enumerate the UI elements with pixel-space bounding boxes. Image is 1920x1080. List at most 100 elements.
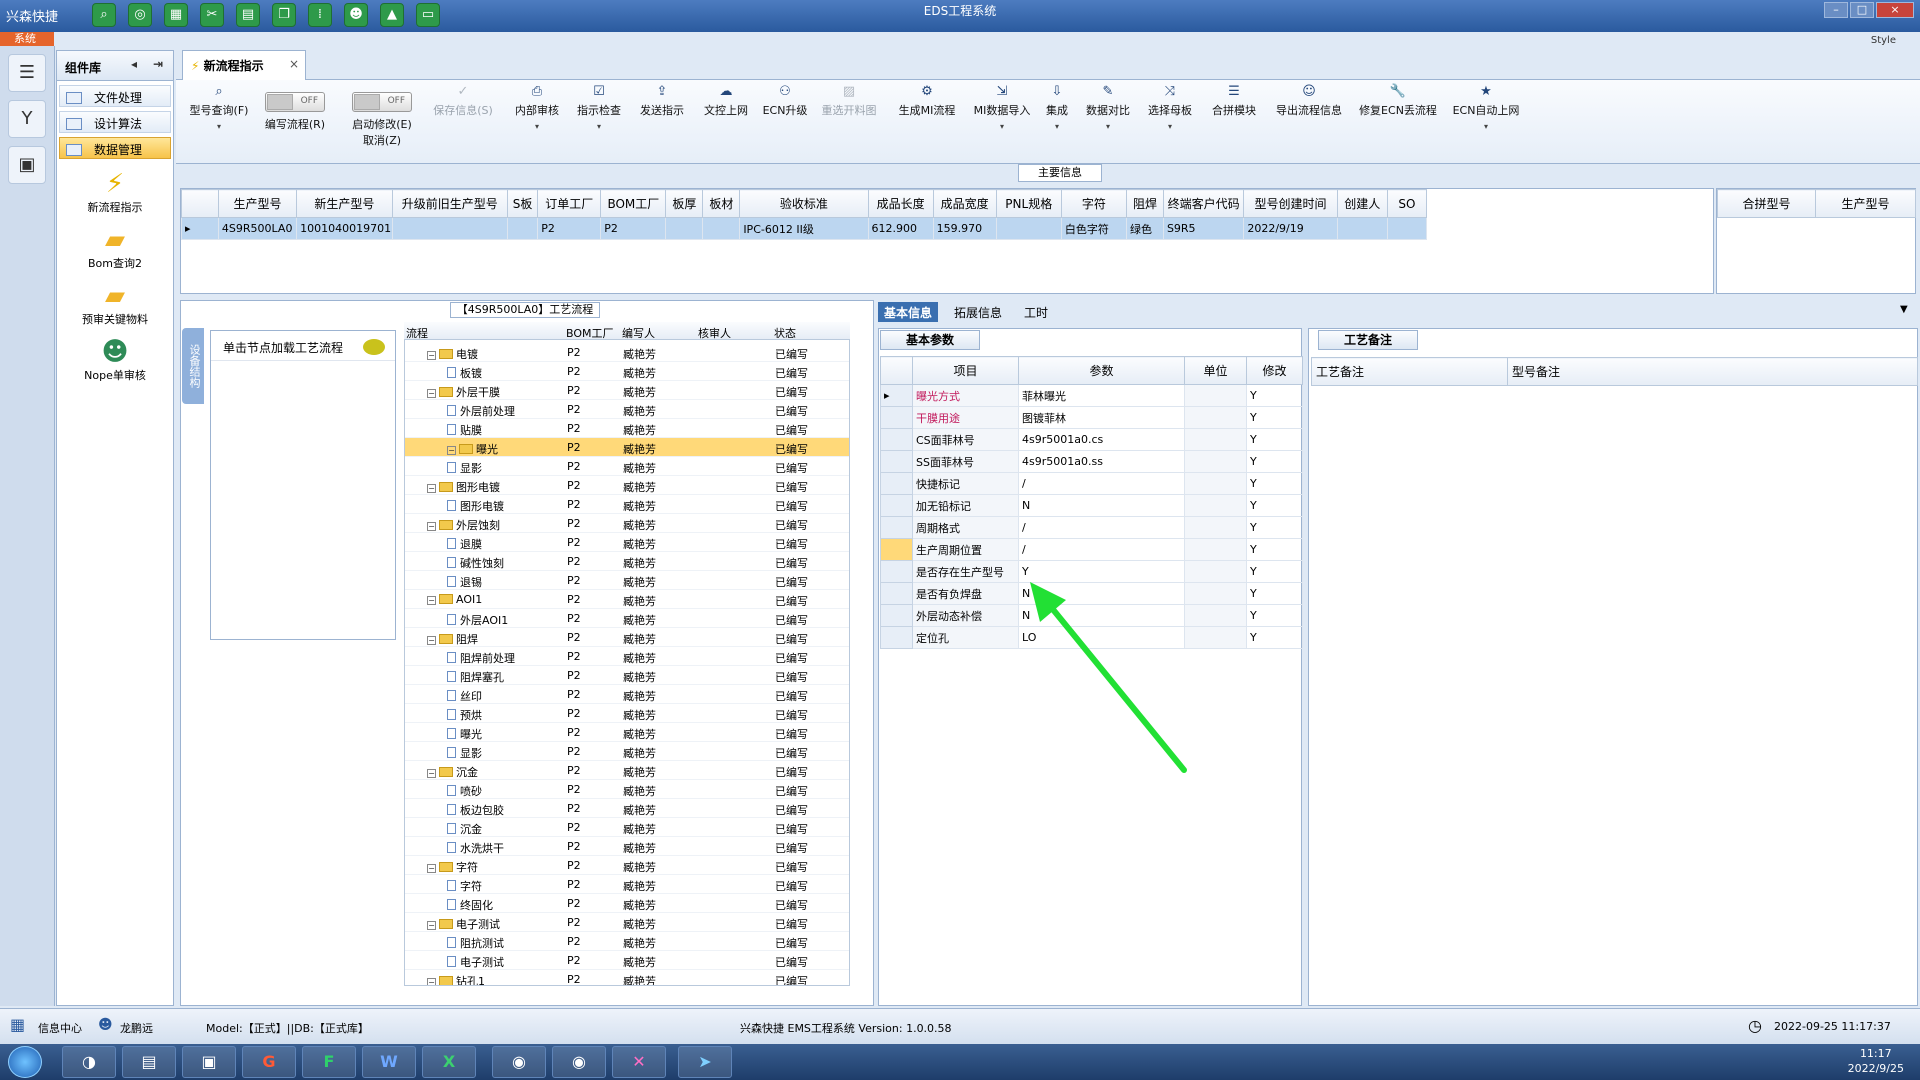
toggle-switch[interactable]: OFF [265,92,325,112]
tree-row[interactable]: 电子测试 P2 臧艳芳 已编写 [405,951,849,970]
main-cell[interactable]: 4S9R500LA0 [217,217,298,240]
tree-row[interactable]: 阻抗测试 P2 臧艳芳 已编写 [405,932,849,951]
doc-online-button[interactable]: ☁ 文控上网 [698,84,754,118]
tree-row[interactable]: 阻焊塞孔 P2 臧艳芳 已编写 [405,666,849,685]
tree-row[interactable]: 退锡 P2 臧艳芳 已编写 [405,571,849,590]
start-button[interactable] [8,1046,42,1078]
col-writer[interactable]: 编写人 [622,325,655,341]
col-flow[interactable]: 流程 [406,325,428,341]
tree-row[interactable]: 水洗烘干 P2 臧艳芳 已编写 [405,837,849,856]
info-center-icon[interactable]: ▦ [10,1015,25,1034]
integrate-button[interactable]: ⇩ 集成 ▾ [1042,84,1072,131]
expand-icon[interactable]: − [427,769,436,778]
row-marker[interactable]: ▸ [181,217,219,240]
tree-row[interactable]: 沉金 P2 臧艳芳 已编写 [405,818,849,837]
tree-row[interactable]: 板边包胶 P2 臧艳芳 已编写 [405,799,849,818]
tree-row[interactable]: 贴膜 P2 臧艳芳 已编写 [405,419,849,438]
mi-import-button[interactable]: ⇲ MI数据导入 ▾ [968,84,1036,131]
taskbar-cursor-icon[interactable]: ➤ [678,1046,732,1078]
tree-row[interactable]: − 外层干膜 P2 臧艳芳 已编写 [405,381,849,400]
row-marker[interactable] [880,516,913,539]
main-cell[interactable] [702,217,741,240]
main-cell[interactable]: 159.970 [932,217,997,240]
param-col-header[interactable]: 单位 [1184,356,1247,385]
main-cell[interactable] [665,217,704,240]
copy-icon[interactable]: ❐ [272,3,296,27]
taskbar-shell-icon[interactable]: ◑ [62,1046,116,1078]
close-button[interactable]: × [1876,2,1914,18]
tree-row[interactable]: 丝印 P2 臧艳芳 已编写 [405,685,849,704]
param-col-header[interactable]: 参数 [1018,356,1185,385]
expand-icon[interactable]: − [427,484,436,493]
param-cell-param[interactable]: 菲林曝光 [1018,384,1185,407]
tree-row[interactable]: 板镀 P2 臧艳芳 已编写 [405,362,849,381]
main-col-header[interactable]: 成品长度 [867,189,934,218]
tree-row[interactable]: − 曝光 P2 臧艳芳 已编写 [405,438,849,457]
main-cell[interactable]: 612.900 [867,217,934,240]
load-flow-hint[interactable]: 单击节点加载工艺流程 [211,331,395,361]
tree-row[interactable]: 喷砂 P2 臧艳芳 已编写 [405,780,849,799]
tree-row[interactable]: − 字符 P2 臧艳芳 已编写 [405,856,849,875]
comp-item-algo[interactable]: 设计算法 [59,111,171,133]
row-marker[interactable] [880,450,913,473]
row-marker[interactable] [880,472,913,495]
param-cell-param[interactable]: N [1018,494,1185,517]
main-col-header[interactable]: 阻焊 [1126,189,1164,218]
expand-icon[interactable]: − [427,351,436,360]
table-icon[interactable]: ▤ [236,3,260,27]
col-reviewer[interactable]: 核审人 [698,325,731,341]
tab-basic-info[interactable]: 基本信息 [878,302,939,322]
taskbar-notepad-icon[interactable]: ▤ [122,1046,176,1078]
expand-icon[interactable]: − [427,522,436,531]
user-icon[interactable]: ☻ [344,3,368,27]
tree-row[interactable]: − 钻孔1 P2 臧艳芳 已编写 [405,970,849,985]
main-col-header[interactable]: 成品宽度 [932,189,997,218]
collapse-icon[interactable]: ◂ [131,57,137,71]
tree-row[interactable]: 字符 P2 臧艳芳 已编写 [405,875,849,894]
taskbar-x-icon[interactable]: ✕ [612,1046,666,1078]
row-marker[interactable] [880,604,913,627]
tree-row[interactable]: 退膜 P2 臧艳芳 已编写 [405,533,849,552]
check-instruction-button[interactable]: ☑ 指示检查 ▾ [572,84,626,131]
row-marker[interactable] [880,406,913,429]
main-col-header[interactable]: 板厚 [665,189,704,218]
comp-item-file[interactable]: 文件处理 [59,85,171,107]
main-col-header[interactable]: 升级前旧生产型号 [391,189,508,218]
tree-row[interactable]: 显影 P2 臧艳芳 已编写 [405,742,849,761]
main-cell[interactable]: 2022/9/19 [1243,217,1338,240]
param-row[interactable]: 快捷标记 / Y [880,472,1303,495]
param-cell-param[interactable]: / [1018,516,1185,539]
data-compare-button[interactable]: ✎ 数据对比 ▾ [1080,84,1136,131]
expand-icon[interactable]: − [427,596,436,605]
row-marker[interactable] [880,428,913,451]
main-col-header[interactable]: 创建人 [1336,189,1388,218]
taskbar-eye-icon[interactable]: ◉ [552,1046,606,1078]
param-cell-param[interactable]: 图镀菲林 [1018,406,1185,429]
main-col-header[interactable]: 订单工厂 [537,189,602,218]
tree-row[interactable]: 显影 P2 臧艳芳 已编写 [405,457,849,476]
param-cell-param[interactable]: Y [1018,560,1185,583]
close-tab-icon[interactable]: × [289,57,299,71]
param-row[interactable]: 周期格式 / Y [880,516,1303,539]
param-row[interactable]: 是否存在生产型号 Y Y [880,560,1303,583]
yx-logo-icon[interactable]: Y [8,100,46,138]
taskbar-app-icon[interactable]: F [302,1046,356,1078]
globe-icon[interactable]: ◎ [128,3,152,27]
param-cell-param[interactable]: / [1018,538,1185,561]
model-query-button[interactable]: ⌕ 型号查询(F) ▾ [184,84,254,131]
chart-icon[interactable]: ▲ [380,3,404,27]
menu-icon[interactable]: ☰ [8,54,46,92]
search-icon[interactable]: ⌕ [92,3,116,27]
style-selector[interactable]: Style [1871,35,1896,46]
tool-prereview[interactable]: ▰ 预审关键物料 [57,281,173,327]
taskbar-excel-icon[interactable]: X [422,1046,476,1078]
notes-col-model[interactable]: 型号备注 [1507,357,1918,386]
tree-row[interactable]: − AOI1 P2 臧艳芳 已编写 [405,590,849,609]
tree-row[interactable]: − 阻焊 P2 臧艳芳 已编写 [405,628,849,647]
taskbar-save-icon[interactable]: ▣ [182,1046,236,1078]
row-marker[interactable] [880,626,913,649]
row-marker[interactable] [880,494,913,517]
param-cell-param[interactable]: 4s9r5001a0.ss [1018,450,1185,473]
col-status[interactable]: 状态 [774,325,796,341]
param-row[interactable]: 加无铅标记 N Y [880,494,1303,517]
